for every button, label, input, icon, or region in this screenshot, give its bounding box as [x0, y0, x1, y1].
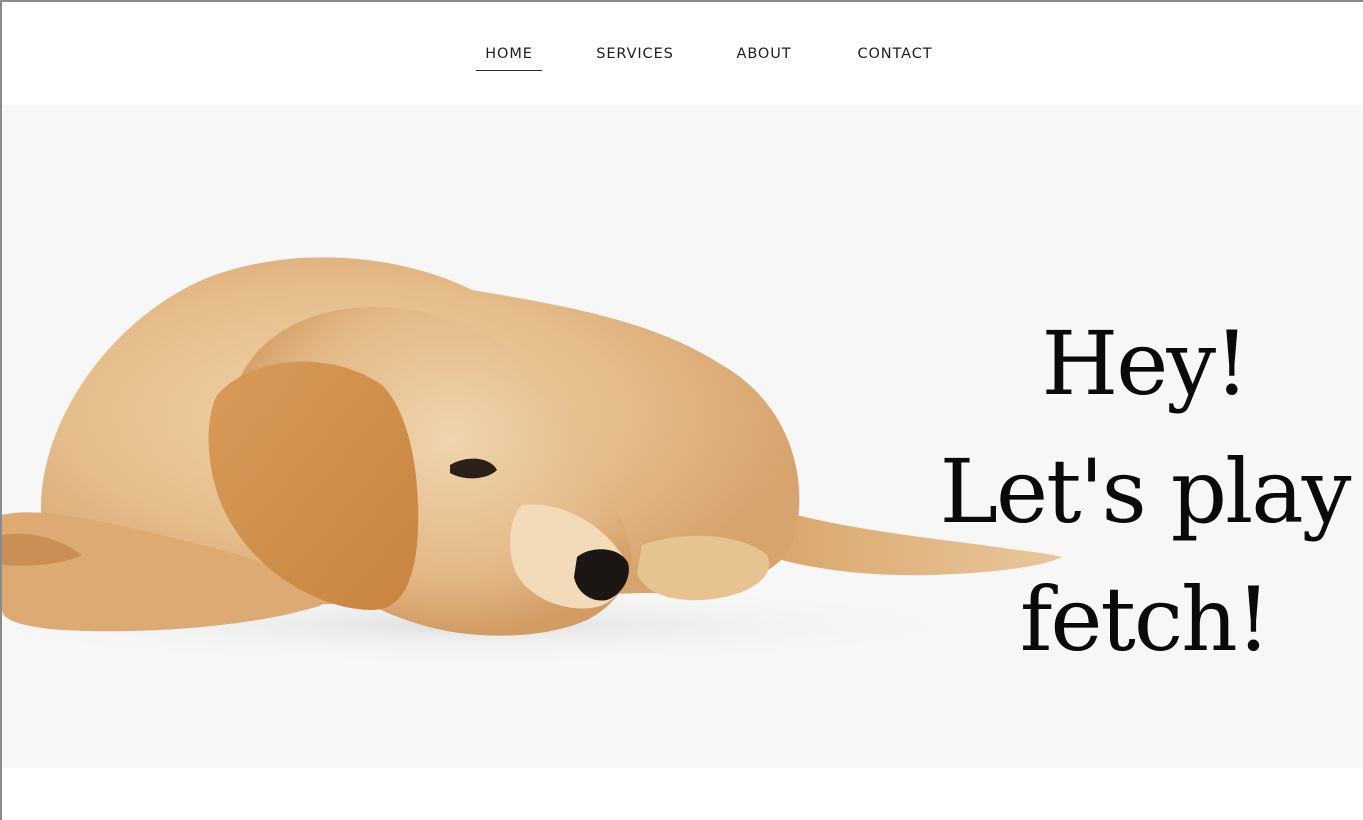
top-navigation: HOME SERVICES ABOUT CONTACT [2, 2, 1363, 105]
headline-line-2: Let's play [939, 440, 1352, 543]
nav-contact-link[interactable]: CONTACT [848, 42, 942, 72]
nav-home-link[interactable]: HOME [476, 42, 542, 72]
headline-line-3: fetch! [1019, 568, 1271, 671]
nav-about-link[interactable]: ABOUT [730, 42, 798, 72]
below-hero-area [2, 768, 1363, 820]
headline-line-1: Hey! [1041, 312, 1250, 415]
browser-viewport: HOME SERVICES ABOUT CONTACT Hey! Let's p… [0, 0, 1363, 820]
nav-services-link[interactable]: SERVICES [590, 42, 680, 72]
hero-headline: Hey! Let's play fetch! [932, 300, 1357, 684]
hero-section: Hey! Let's play fetch! [2, 105, 1363, 768]
front-paw-shape [637, 535, 770, 601]
